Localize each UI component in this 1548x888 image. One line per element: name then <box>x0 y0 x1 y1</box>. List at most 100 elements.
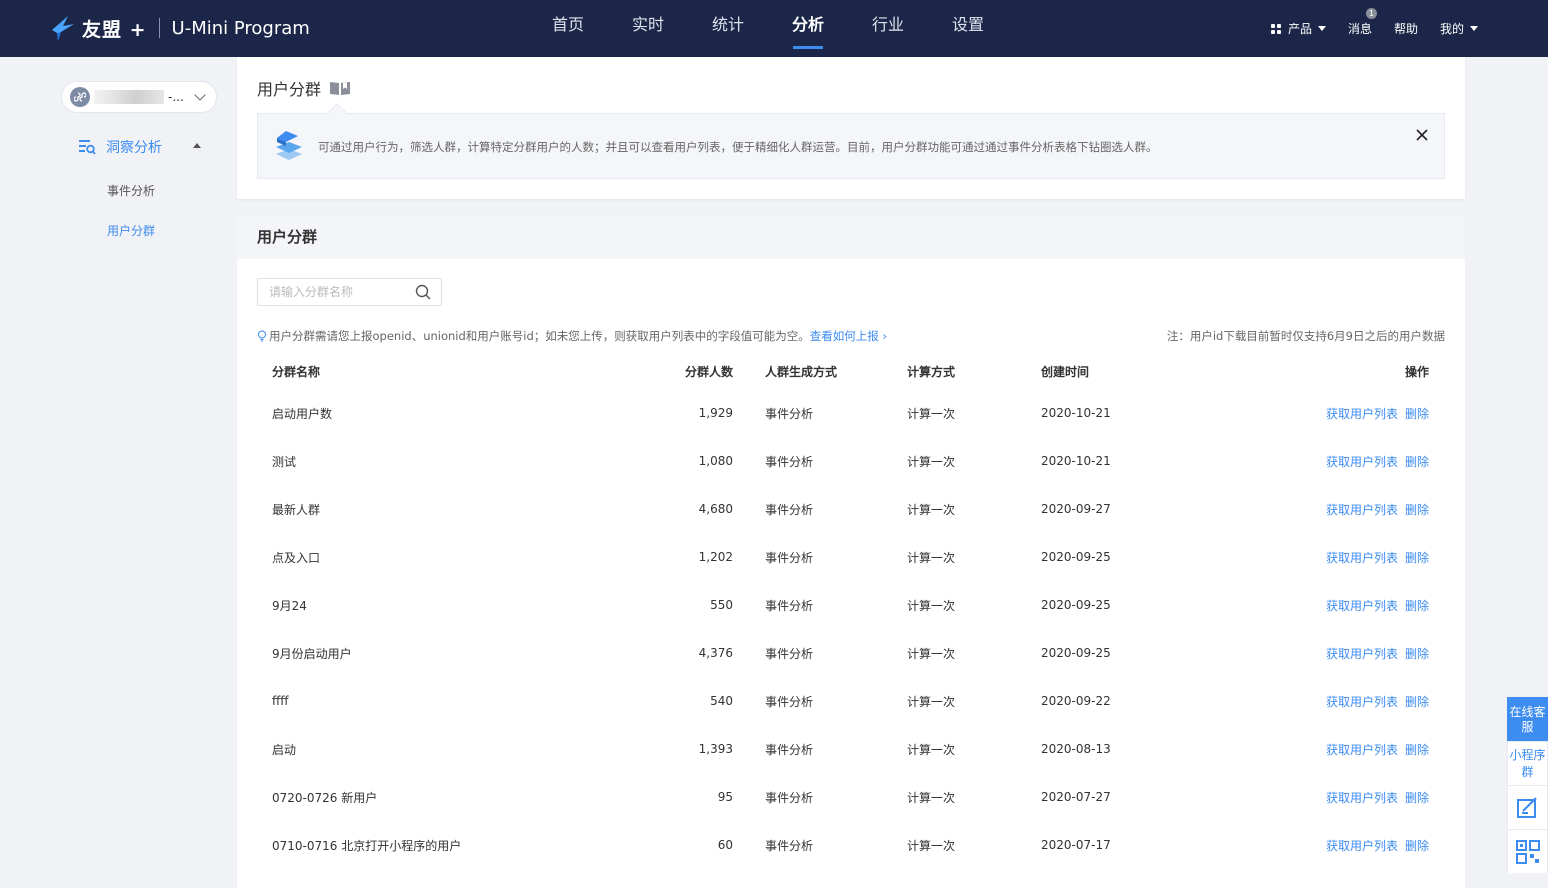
tip-row: 用户分群需请您上报openid、unionid和用户账号id；如未您上传，则获取… <box>257 328 1445 344</box>
messages-label: 消息 <box>1347 22 1372 36</box>
main-nav: 首页 实时 统计 分析 行业 设置 <box>528 0 1008 57</box>
get-user-list-link[interactable]: 获取用户列表 <box>1326 503 1398 517</box>
get-user-list-link[interactable]: 获取用户列表 <box>1326 743 1398 757</box>
get-user-list-link[interactable]: 获取用户列表 <box>1326 839 1398 853</box>
cell-count: 1,080 <box>698 454 733 468</box>
caret-down-icon <box>1317 26 1326 31</box>
cell-name: 测试 <box>272 454 297 469</box>
cell-created: 2020-08-13 <box>1041 742 1111 756</box>
nav-item-4[interactable]: 行业 <box>848 0 928 57</box>
col-created-header: 创建时间 <box>1041 364 1090 379</box>
delete-link[interactable]: 删除 <box>1405 551 1429 565</box>
cell-ops: 获取用户列表 删除 <box>1241 453 1445 470</box>
messages-link[interactable]: 消息 1 <box>1347 8 1377 37</box>
col-calc-header: 计算方式 <box>907 364 956 379</box>
cell-calc: 计算一次 <box>907 646 956 661</box>
get-user-list-link[interactable]: 获取用户列表 <box>1326 647 1398 661</box>
nav-item-5[interactable]: 设置 <box>928 0 1008 57</box>
get-user-list-link[interactable]: 获取用户列表 <box>1326 695 1398 709</box>
col-name-header: 分群名称 <box>272 364 321 379</box>
cell-calc: 计算一次 <box>907 550 956 565</box>
cell-generation: 事件分析 <box>765 646 814 661</box>
delete-link[interactable]: 删除 <box>1405 743 1429 757</box>
feedback-button[interactable] <box>1507 785 1548 829</box>
cell-ops: 获取用户列表 删除 <box>1241 405 1445 422</box>
delete-link[interactable]: 删除 <box>1405 647 1429 661</box>
products-menu[interactable]: 产品 <box>1270 20 1326 37</box>
delete-link[interactable]: 删除 <box>1405 839 1429 853</box>
nav-item-2[interactable]: 统计 <box>688 0 768 57</box>
table-row: 启动用户数 1,929 事件分析 计算一次 2020-10-21 获取用户列表 删除 <box>257 389 1445 437</box>
cell-calc: 计算一次 <box>907 406 956 421</box>
delete-link[interactable]: 删除 <box>1405 407 1429 421</box>
get-user-list-link[interactable]: 获取用户列表 <box>1326 455 1398 469</box>
sidebar: -... 洞察分析 事件分析 用户分群 <box>0 57 237 888</box>
cell-ops: 获取用户列表 删除 <box>1241 645 1445 662</box>
chevron-down-icon <box>194 89 206 101</box>
table-row: 启动 1,393 事件分析 计算一次 2020-08-13 获取用户列表 删除 <box>257 725 1445 773</box>
get-user-list-link[interactable]: 获取用户列表 <box>1326 551 1398 565</box>
nav-item-0[interactable]: 首页 <box>528 0 608 57</box>
col-ops-header: 操作 <box>1404 364 1429 379</box>
cell-created: 2020-09-25 <box>1041 550 1111 564</box>
delete-link[interactable]: 删除 <box>1405 455 1429 469</box>
delete-link[interactable]: 删除 <box>1405 503 1429 517</box>
help-link[interactable]: 帮助 <box>1394 20 1418 37</box>
app-name: -... <box>168 90 184 104</box>
table-body: 启动用户数 1,929 事件分析 计算一次 2020-10-21 获取用户列表 删除 测试 1,… <box>257 389 1445 869</box>
tip-text: 用户分群需请您上报openid、unionid和用户账号id；如未您上传，则获取… <box>269 329 810 343</box>
lightbulb-icon <box>258 330 266 342</box>
mini-program-group-button[interactable]: 小程序群 <box>1507 741 1548 785</box>
how-to-report-link[interactable]: 查看如何上报 › <box>810 328 887 344</box>
cell-calc: 计算一次 <box>907 742 956 757</box>
top-navbar: 友盟 + U-Mini Program 首页 实时 统计 分析 行业 设置 产品 消息 1… <box>0 0 1548 57</box>
help-label: 帮助 <box>1393 22 1418 36</box>
online-service-button[interactable]: 在线客服 <box>1507 697 1548 741</box>
cell-count: 4,376 <box>698 646 733 660</box>
products-label: 产品 <box>1287 22 1312 36</box>
sidebar-item-user-segments[interactable]: 用户分群 <box>107 222 155 239</box>
cell-name: 启动用户数 <box>272 406 333 421</box>
intro-notice: 可通过用户行为，筛选人群，计算特定分群用户的人数；并且可以查看用户列表，便于精细… <box>257 103 1445 179</box>
search-icon[interactable] <box>415 284 431 300</box>
get-user-list-link[interactable]: 获取用户列表 <box>1326 599 1398 613</box>
logo[interactable]: 友盟 + U-Mini Program <box>48 12 310 44</box>
cell-name: 9月24 <box>272 598 307 613</box>
cell-name: 9月份启动用户 <box>272 646 352 661</box>
nav-item-1[interactable]: 实时 <box>608 0 688 57</box>
table-row: 0710-0716 北京打开小程序的用户 60 事件分析 计算一次 2020-07-17… <box>257 821 1445 869</box>
cell-name: 0720-0726 新用户 <box>272 790 378 805</box>
cell-calc: 计算一次 <box>907 502 956 517</box>
cell-generation: 事件分析 <box>765 454 814 469</box>
qrcode-button[interactable] <box>1507 829 1548 873</box>
table-row: 测试 1,080 事件分析 计算一次 2020-10-21 获取用户列表 删除 <box>257 437 1445 485</box>
delete-link[interactable]: 删除 <box>1405 599 1429 613</box>
delete-link[interactable]: 删除 <box>1405 695 1429 709</box>
user-menu[interactable]: 我的 <box>1440 20 1478 37</box>
cell-count: 1,202 <box>698 550 733 564</box>
cell-name: 启动 <box>272 742 297 757</box>
apps-grid-icon <box>1270 23 1281 34</box>
sidebar-item-event-analysis[interactable]: 事件分析 <box>107 182 155 199</box>
get-user-list-link[interactable]: 获取用户列表 <box>1326 407 1398 421</box>
cell-ops: 获取用户列表 删除 <box>1241 549 1445 566</box>
segment-search-input[interactable] <box>258 279 408 305</box>
table-row: ffff 540 事件分析 计算一次 2020-09-22 获取用户列表 删除 <box>257 677 1445 725</box>
cell-ops: 获取用户列表 删除 <box>1241 501 1445 518</box>
cell-created: 2020-10-21 <box>1041 454 1111 468</box>
edit-icon <box>1516 796 1537 818</box>
nav-item-3[interactable]: 分析 <box>768 0 848 57</box>
close-icon[interactable] <box>1414 127 1430 143</box>
cell-count: 1,929 <box>698 406 733 420</box>
sidebar-group-insight[interactable]: 洞察分析 <box>78 137 203 157</box>
cell-ops: 获取用户列表 删除 <box>1241 789 1445 806</box>
app-selector[interactable]: -... <box>61 81 217 113</box>
book-icon[interactable] <box>329 80 351 96</box>
qrcode-icon <box>1515 839 1540 864</box>
cell-name: 0710-0716 北京打开小程序的用户 <box>272 838 462 853</box>
delete-link[interactable]: 删除 <box>1405 791 1429 805</box>
cell-created: 2020-09-27 <box>1041 502 1111 516</box>
cell-generation: 事件分析 <box>765 694 814 709</box>
app-name-redacted <box>94 90 164 104</box>
get-user-list-link[interactable]: 获取用户列表 <box>1326 791 1398 805</box>
